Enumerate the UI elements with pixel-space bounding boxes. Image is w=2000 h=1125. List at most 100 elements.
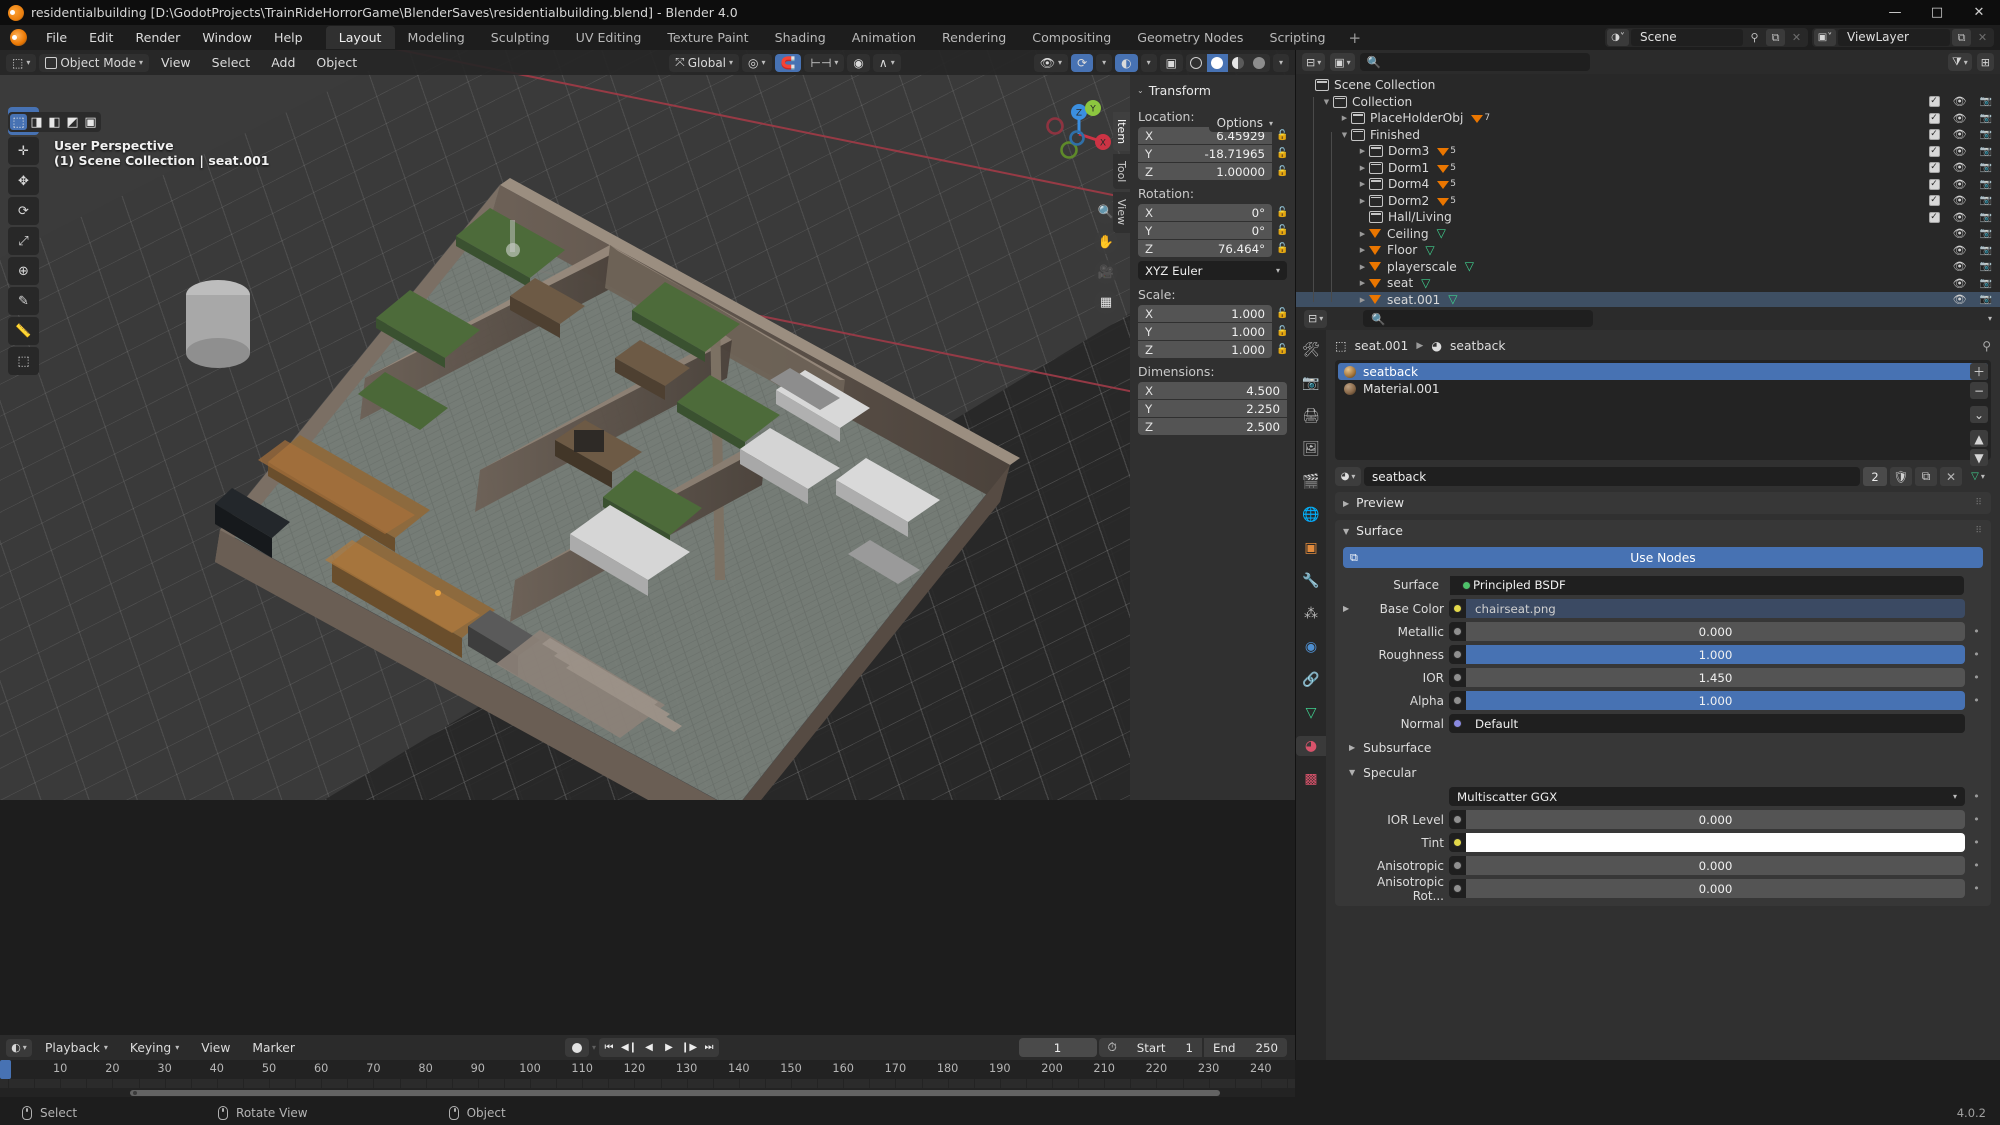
outliner-row[interactable]: ▶Dorm25👁📷 bbox=[1296, 193, 2000, 210]
next-keyframe-button[interactable]: ❙▶ bbox=[679, 1038, 699, 1057]
hide-in-viewport-icon[interactable]: 👁 bbox=[1953, 211, 1967, 224]
rotation-row-y[interactable]: Y 0° 🔓 bbox=[1138, 222, 1288, 239]
menu-render[interactable]: Render bbox=[124, 27, 191, 48]
menu-edit[interactable]: Edit bbox=[78, 27, 124, 48]
lock-scale-y-icon[interactable]: 🔓 bbox=[1276, 326, 1288, 337]
npanel-tab-item[interactable]: Item bbox=[1113, 112, 1130, 152]
material-slot-row[interactable]: seatback bbox=[1338, 363, 1988, 380]
rotation-row-x[interactable]: X 0° 🔓 bbox=[1138, 204, 1288, 221]
proportional-falloff[interactable]: ∧ ▾ bbox=[872, 53, 901, 72]
tab-rendering[interactable]: Rendering bbox=[929, 26, 1019, 49]
timeline-editor[interactable]: ◐ ▾ Playback ▾ Keying ▾ View Marker ▾ ⏮ ◀❙ … bbox=[0, 1035, 1295, 1097]
disable-in-renders-icon[interactable]: 📷 bbox=[1980, 261, 1992, 272]
end-value[interactable]: 250 bbox=[1255, 1041, 1278, 1055]
camera-icon[interactable]: 🎥 bbox=[1094, 260, 1118, 284]
animate-property-icon[interactable]: • bbox=[1970, 625, 1983, 638]
tool-transform[interactable]: ⊕ bbox=[8, 257, 39, 285]
previous-keyframe-button[interactable]: ◀❙ bbox=[619, 1038, 639, 1057]
anisotropic-rotation-value[interactable]: 0.000 bbox=[1466, 879, 1965, 898]
properties-tab-render-icon[interactable]: 📷 bbox=[1301, 373, 1321, 393]
disable-in-renders-icon[interactable]: 📷 bbox=[1980, 228, 1992, 239]
tab-animation[interactable]: Animation bbox=[839, 26, 929, 49]
disclosure-closed-icon[interactable]: ▶ bbox=[1356, 180, 1369, 188]
maximize-button[interactable]: □ bbox=[1916, 0, 1958, 25]
properties-tab-tool-icon[interactable]: 🛠 bbox=[1301, 340, 1321, 360]
tool-add-cube[interactable]: ⬚ bbox=[8, 347, 39, 375]
scene-selector[interactable]: ◑˅ Scene ⚲ ⧉ ✕ bbox=[1605, 28, 1808, 47]
material-name-field[interactable]: seatback bbox=[1364, 467, 1860, 486]
dimensions-y-value[interactable]: 2.250 bbox=[1246, 402, 1280, 416]
viewport-menu-object[interactable]: Object bbox=[307, 53, 366, 72]
unlink-scene-icon[interactable]: ✕ bbox=[1787, 29, 1806, 46]
animate-property-icon[interactable]: • bbox=[1970, 836, 1983, 849]
properties-tab-object-icon[interactable]: ▣ bbox=[1301, 538, 1321, 558]
outliner-search-input[interactable]: 🔍 bbox=[1359, 53, 1590, 71]
outliner-row[interactable]: ▶PlaceHolderObj7👁📷 bbox=[1296, 110, 2000, 127]
material-slot-menu-button[interactable]: ⌄ bbox=[1970, 406, 1988, 423]
tab-modeling[interactable]: Modeling bbox=[395, 26, 478, 49]
location-y-value[interactable]: -18.71965 bbox=[1204, 147, 1265, 161]
lock-rotation-z-icon[interactable]: 🔓 bbox=[1276, 243, 1288, 254]
unlink-material-icon[interactable]: ✕ bbox=[1940, 467, 1962, 486]
jump-to-start-button[interactable]: ⏮ bbox=[599, 1038, 619, 1057]
material-slot-list[interactable]: seatback Material.001 ＋ − ⌄ ▲ ▼ bbox=[1335, 360, 1991, 466]
material-users-count[interactable]: 2 bbox=[1863, 467, 1887, 486]
frame-range-end[interactable]: End 250 bbox=[1204, 1038, 1287, 1057]
use-nodes-button[interactable]: ⧉ Use Nodes bbox=[1343, 547, 1983, 568]
properties-editor-type-icon[interactable]: ⊟ ▾ bbox=[1304, 309, 1328, 328]
disclosure-closed-icon[interactable]: ▶ bbox=[1356, 164, 1369, 172]
outliner-row[interactable]: ▶ Ceiling ▽ 👁 📷 bbox=[1296, 226, 2000, 243]
hide-in-viewport-icon[interactable]: 👁 bbox=[1953, 145, 1967, 158]
outliner-row[interactable]: ▶Dorm45👁📷 bbox=[1296, 176, 2000, 193]
tab-uv-editing[interactable]: UV Editing bbox=[563, 26, 655, 49]
timeline-menu-view[interactable]: View bbox=[192, 1039, 239, 1057]
outliner-row[interactable]: ▼Collection👁📷 bbox=[1296, 94, 2000, 111]
dimensions-row-y[interactable]: Y 2.250 bbox=[1138, 400, 1287, 417]
disable-in-renders-icon[interactable]: 📷 bbox=[1980, 162, 1992, 173]
properties-tab-particles-icon[interactable]: ⁂ bbox=[1301, 604, 1321, 624]
exclude-checkbox[interactable] bbox=[1928, 162, 1940, 174]
select-mode-intersect-icon[interactable]: ▣ bbox=[82, 114, 99, 130]
new-viewlayer-icon[interactable]: ⧉ bbox=[1952, 29, 1971, 46]
add-workspace-button[interactable]: + bbox=[1339, 27, 1372, 49]
menu-help[interactable]: Help bbox=[263, 27, 314, 48]
visibility-selector[interactable]: 👁 ▾ bbox=[1033, 53, 1069, 72]
animate-property-icon[interactable]: • bbox=[1970, 790, 1983, 803]
disclosure-closed-icon[interactable]: ▶ bbox=[1356, 230, 1369, 238]
menu-window[interactable]: Window bbox=[191, 27, 263, 48]
disclosure-open-icon[interactable]: ▼ bbox=[1320, 98, 1333, 106]
specular-distribution-dropdown[interactable]: Multiscatter GGX ▾ bbox=[1449, 787, 1965, 806]
lock-scale-x-icon[interactable]: 🔓 bbox=[1276, 308, 1288, 319]
breadcrumb-object-name[interactable]: seat.001 bbox=[1355, 339, 1409, 353]
start-value[interactable]: 1 bbox=[1186, 1041, 1194, 1055]
hide-in-viewport-icon[interactable]: 👁 bbox=[1953, 293, 1967, 306]
disclosure-closed-icon[interactable]: ▶ bbox=[1356, 147, 1369, 155]
hide-in-viewport-icon[interactable]: 👁 bbox=[1953, 161, 1967, 174]
disclosure-open-icon[interactable]: ▼ bbox=[1338, 131, 1351, 139]
timeline-menu-playback[interactable]: Playback ▾ bbox=[36, 1039, 117, 1057]
scene-name[interactable]: Scene bbox=[1631, 29, 1743, 46]
rotation-x-value[interactable]: 0° bbox=[1252, 206, 1265, 220]
material-slot-row[interactable]: Material.001 bbox=[1338, 380, 1988, 397]
viewport-menu-select[interactable]: Select bbox=[203, 53, 260, 72]
minimize-button[interactable]: — bbox=[1874, 0, 1916, 25]
tab-sculpting[interactable]: Sculpting bbox=[478, 26, 563, 49]
disable-in-renders-icon[interactable]: 📷 bbox=[1980, 179, 1992, 190]
auto-keying-button[interactable] bbox=[565, 1038, 589, 1057]
properties-options-chevron-icon[interactable]: ▾ bbox=[1988, 314, 1992, 323]
scale-row-y[interactable]: Y 1.000 🔓 bbox=[1138, 323, 1288, 340]
lock-location-z-icon[interactable]: 🔓 bbox=[1276, 166, 1288, 177]
overlay-settings[interactable]: ▾ bbox=[1140, 53, 1157, 72]
outliner-row[interactable]: ▶ seat ▽ 👁 📷 bbox=[1296, 275, 2000, 292]
hide-in-viewport-icon[interactable]: 👁 bbox=[1953, 194, 1967, 207]
animate-property-icon[interactable]: • bbox=[1970, 694, 1983, 707]
properties-tab-viewlayer-icon[interactable]: 🖼 bbox=[1301, 439, 1321, 459]
tab-layout[interactable]: Layout bbox=[325, 26, 395, 49]
disable-in-renders-icon[interactable]: 📷 bbox=[1980, 278, 1992, 289]
exclude-checkbox[interactable] bbox=[1928, 178, 1940, 190]
lock-rotation-x-icon[interactable]: 🔓 bbox=[1276, 207, 1288, 218]
exclude-checkbox[interactable] bbox=[1928, 195, 1940, 207]
disable-in-renders-icon[interactable]: 📷 bbox=[1980, 212, 1992, 223]
disclosure-closed-icon[interactable]: ▶ bbox=[1356, 263, 1369, 271]
outliner-display-mode-icon[interactable]: ▣ ▾ bbox=[1330, 53, 1355, 71]
